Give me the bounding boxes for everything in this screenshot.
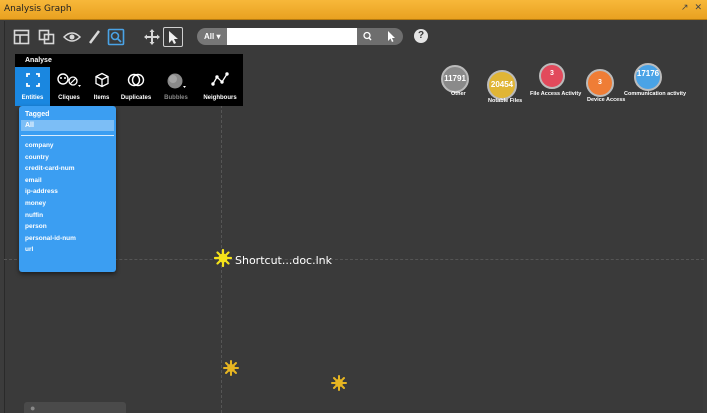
window-controls: ↗ ✕ — [678, 3, 702, 13]
pencil-icon[interactable] — [85, 27, 105, 47]
analyse-entities-button[interactable]: Entities — [15, 67, 50, 106]
help-icon[interactable]: ? — [414, 29, 428, 43]
legend-label-device-access: Device Access — [587, 97, 626, 103]
graph-node-shortcut[interactable] — [213, 248, 233, 272]
node-star-icon — [213, 248, 233, 268]
move-icon[interactable] — [142, 27, 162, 47]
title-bar: Analysis Graph ↗ ✕ — [0, 0, 707, 20]
bubbles-icon — [167, 73, 186, 89]
legend-label-communication-activity: Communication activity — [624, 91, 687, 97]
eye-icon[interactable] — [62, 27, 82, 47]
duplicates-icon — [127, 73, 145, 87]
legend-label-other: Other — [451, 91, 466, 97]
layout-icon[interactable] — [12, 27, 32, 47]
restore-icon[interactable]: ↗ — [681, 3, 689, 13]
legend-bubble-notable-files[interactable]: 20454 — [487, 70, 517, 100]
legend-bubble-file-access-activity[interactable]: 3 — [539, 63, 565, 89]
menu-item-url[interactable]: url — [25, 246, 76, 258]
legend-bubble-communication-activity[interactable]: 17176 — [634, 63, 662, 91]
entity-type-list: company country credit-card-num email ip… — [25, 142, 76, 258]
analyse-duplicates-button[interactable]: Duplicates — [117, 67, 155, 106]
analyse-item-label: Cliques — [58, 95, 80, 101]
menu-item-person[interactable]: person — [25, 223, 76, 235]
neighbours-icon — [211, 72, 229, 86]
analyse-bubbles-button[interactable]: Bubbles — [157, 67, 195, 106]
menu-item-company[interactable]: company — [25, 142, 76, 154]
search-button[interactable] — [357, 28, 379, 45]
select-pointer-icon[interactable] — [163, 27, 183, 47]
graph-node-label: Shortcut...doc.lnk — [235, 254, 332, 267]
analyse-neighbours-button[interactable]: Neighbours — [199, 67, 241, 106]
menu-item-personal-id-num[interactable]: personal-id-num — [25, 235, 76, 247]
zoom-panel[interactable]: ● — [24, 402, 126, 413]
group-icon[interactable] — [37, 27, 57, 47]
tagged-heading: Tagged — [25, 111, 50, 118]
vertical-guide-line — [221, 60, 222, 413]
menu-item-ip-address[interactable]: ip-address — [25, 188, 76, 200]
menu-item-nuffin[interactable]: nuffin — [25, 212, 76, 224]
menu-item-label: All — [25, 122, 34, 129]
analyse-item-label: Neighbours — [203, 95, 237, 101]
cliques-icon — [57, 73, 81, 87]
node-star-icon — [331, 375, 347, 391]
entities-icon — [25, 73, 40, 87]
legend-bubble-device-access[interactable]: 3 — [586, 69, 614, 97]
graph-node-small-2[interactable] — [331, 375, 347, 396]
legend-label-file-access-activity: File Access Activity — [530, 91, 582, 97]
search-select-button[interactable] — [379, 28, 403, 45]
analyse-panel: Analyse Entities Cliques Items Duplicate… — [15, 54, 243, 106]
graph-node-small-1[interactable] — [223, 360, 239, 381]
menu-item-email[interactable]: email — [25, 177, 76, 189]
analyse-item-label: Duplicates — [120, 95, 152, 101]
analyse-item-label: Bubbles — [164, 95, 188, 101]
analyse-cliques-button[interactable]: Cliques — [52, 67, 86, 106]
close-icon[interactable]: ✕ — [694, 3, 702, 13]
zoom-icon[interactable]: ● — [30, 403, 35, 413]
search-scope-dropdown[interactable]: All ▾ — [197, 28, 227, 45]
menu-item-credit-card-num[interactable]: credit-card-num — [25, 165, 76, 177]
analyse-item-label: Items — [93, 95, 110, 101]
menu-item-money[interactable]: money — [25, 200, 76, 212]
window-title: Analysis Graph — [4, 4, 72, 14]
entities-dropdown-menu: Tagged All company country credit-card-n… — [19, 106, 116, 272]
menu-item-all[interactable]: All — [21, 120, 114, 131]
legend-label-notable-files: Notable Files — [488, 98, 523, 104]
legend-bubble-other[interactable]: 11791 — [441, 65, 469, 93]
analysis-graph-window: Analysis Graph ↗ ✕ All ▾ ? Analyse Entit… — [0, 0, 707, 413]
menu-divider — [21, 135, 114, 136]
search-input[interactable] — [227, 28, 357, 45]
menu-item-country[interactable]: country — [25, 154, 76, 166]
items-icon — [94, 72, 109, 88]
analyse-item-label: Entities — [21, 95, 44, 101]
analyse-items-button[interactable]: Items — [88, 67, 115, 106]
inspect-icon[interactable] — [106, 27, 126, 47]
node-star-icon — [223, 360, 239, 376]
analyse-header: Analyse — [25, 57, 52, 64]
search-bar: All ▾ — [197, 28, 437, 45]
